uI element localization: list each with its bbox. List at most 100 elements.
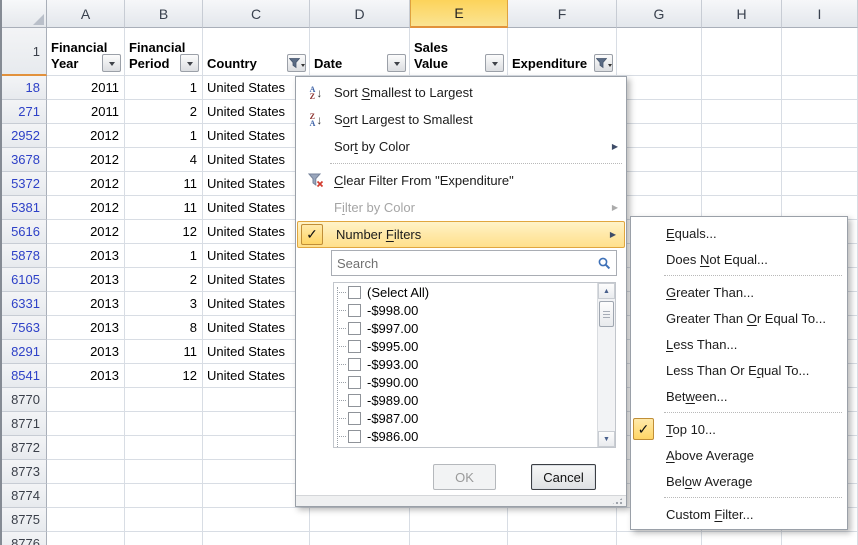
cell-b1-financial-period[interactable]: Financial Period [125, 28, 203, 76]
checkbox-icon[interactable] [348, 376, 361, 389]
checkbox-icon[interactable] [348, 412, 361, 425]
cell-e8775[interactable] [410, 508, 508, 532]
cell-b8291[interactable]: 11 [125, 340, 203, 364]
cell-c8770[interactable] [203, 388, 310, 412]
cell-a18[interactable]: 2011 [47, 76, 125, 100]
cell-h271[interactable] [702, 100, 782, 124]
column-header-h[interactable]: H [702, 0, 782, 28]
cell-a8541[interactable]: 2013 [47, 364, 125, 388]
cell-b5616[interactable]: 12 [125, 220, 203, 244]
cell-e1-sales-value[interactable]: Sales Value [410, 28, 508, 76]
row-header-8771[interactable]: 8771 [0, 412, 47, 436]
row-header-6105[interactable]: 6105 [0, 268, 47, 292]
cell-f8775[interactable] [508, 508, 617, 532]
cell-h2952[interactable] [702, 124, 782, 148]
row-header-1[interactable]: 1 [0, 28, 47, 76]
cell-c8773[interactable] [203, 460, 310, 484]
cell-c8775[interactable] [203, 508, 310, 532]
submenu-item-between[interactable]: Between... [631, 383, 847, 409]
column-header-g[interactable]: G [617, 0, 702, 28]
cell-b5372[interactable]: 11 [125, 172, 203, 196]
submenu-item-above-average[interactable]: Above Average [631, 442, 847, 468]
cell-a8772[interactable] [47, 436, 125, 460]
cell-d8776[interactable] [310, 532, 410, 545]
list-item-989-00[interactable]: -$989.00 [334, 391, 615, 409]
menu-item-number-filters[interactable]: ✓Number Filters▶ [297, 221, 625, 248]
submenu-item-equals[interactable]: Equals... [631, 220, 847, 246]
cell-a8771[interactable] [47, 412, 125, 436]
cell-i3678[interactable] [782, 148, 858, 172]
cell-c2952[interactable]: United States [203, 124, 310, 148]
filter-applied-country-button[interactable] [287, 54, 306, 72]
filter-applied-expenditure-button[interactable] [594, 54, 613, 72]
cell-a8773[interactable] [47, 460, 125, 484]
cell-c5616[interactable]: United States [203, 220, 310, 244]
cell-b18[interactable]: 1 [125, 76, 203, 100]
cell-b8773[interactable] [125, 460, 203, 484]
cell-b3678[interactable]: 4 [125, 148, 203, 172]
cell-c271[interactable]: United States [203, 100, 310, 124]
scrollbar-thumb[interactable] [599, 301, 614, 327]
cell-c18[interactable]: United States [203, 76, 310, 100]
cell-c8771[interactable] [203, 412, 310, 436]
cell-b8775[interactable] [125, 508, 203, 532]
cell-i8776[interactable] [782, 532, 858, 545]
cell-b8770[interactable] [125, 388, 203, 412]
cell-c5381[interactable]: United States [203, 196, 310, 220]
select-all-corner[interactable] [0, 0, 47, 28]
cell-a271[interactable]: 2011 [47, 100, 125, 124]
search-input[interactable] [332, 256, 597, 271]
cell-a6331[interactable]: 2013 [47, 292, 125, 316]
cell-g8776[interactable] [617, 532, 702, 545]
resize-grip-icon[interactable] [611, 497, 624, 505]
row-header-5878[interactable]: 5878 [0, 244, 47, 268]
cell-c8776[interactable] [203, 532, 310, 545]
row-header-8776[interactable]: 8776 [0, 532, 47, 545]
cell-h1[interactable] [702, 28, 782, 76]
cell-a5381[interactable]: 2012 [47, 196, 125, 220]
cell-c8772[interactable] [203, 436, 310, 460]
submenu-item-does-not-equal[interactable]: Does Not Equal... [631, 246, 847, 272]
menu-item-sort-smallest-to-largest[interactable]: AZ↓Sort Smallest to Largest [296, 79, 626, 106]
row-header-8775[interactable]: 8775 [0, 508, 47, 532]
column-header-i[interactable]: I [782, 0, 858, 28]
cell-b6105[interactable]: 2 [125, 268, 203, 292]
cell-h5372[interactable] [702, 172, 782, 196]
cell-b8772[interactable] [125, 436, 203, 460]
submenu-item-top-10[interactable]: ✓Top 10... [631, 416, 847, 442]
row-header-271[interactable]: 271 [0, 100, 47, 124]
list-item-993-00[interactable]: -$993.00 [334, 355, 615, 373]
cell-b8776[interactable] [125, 532, 203, 545]
cell-f8776[interactable] [508, 532, 617, 545]
filter-dropdown-financial-period[interactable] [180, 54, 199, 72]
cell-a1-financial-year[interactable]: Financial Year [47, 28, 125, 76]
row-header-8772[interactable]: 8772 [0, 436, 47, 460]
cell-g18[interactable] [617, 76, 702, 100]
cell-c6105[interactable]: United States [203, 268, 310, 292]
submenu-item-less-than[interactable]: Less Than... [631, 331, 847, 357]
cell-c5372[interactable]: United States [203, 172, 310, 196]
row-header-3678[interactable]: 3678 [0, 148, 47, 172]
menu-item-clear-filter-from-expenditure[interactable]: Clear Filter From "Expenditure" [296, 167, 626, 194]
row-header-8773[interactable]: 8773 [0, 460, 47, 484]
cell-i271[interactable] [782, 100, 858, 124]
filter-dropdown-date[interactable] [387, 54, 406, 72]
cell-b6331[interactable]: 3 [125, 292, 203, 316]
row-header-5381[interactable]: 5381 [0, 196, 47, 220]
checkbox-icon[interactable] [348, 304, 361, 317]
list-item-998-00[interactable]: -$998.00 [334, 301, 615, 319]
cell-i2952[interactable] [782, 124, 858, 148]
row-header-5372[interactable]: 5372 [0, 172, 47, 196]
cell-b2952[interactable]: 1 [125, 124, 203, 148]
cell-a5878[interactable]: 2013 [47, 244, 125, 268]
cell-a3678[interactable]: 2012 [47, 148, 125, 172]
row-header-6331[interactable]: 6331 [0, 292, 47, 316]
cell-e8776[interactable] [410, 532, 508, 545]
cell-c5878[interactable]: United States [203, 244, 310, 268]
submenu-item-greater-than-or-equal-to[interactable]: Greater Than Or Equal To... [631, 305, 847, 331]
cell-f1-expenditure[interactable]: Expenditure [508, 28, 617, 76]
row-header-18[interactable]: 18 [0, 76, 47, 100]
cell-a6105[interactable]: 2013 [47, 268, 125, 292]
list-scrollbar[interactable]: ▲ ▼ [597, 283, 615, 447]
row-header-8774[interactable]: 8774 [0, 484, 47, 508]
